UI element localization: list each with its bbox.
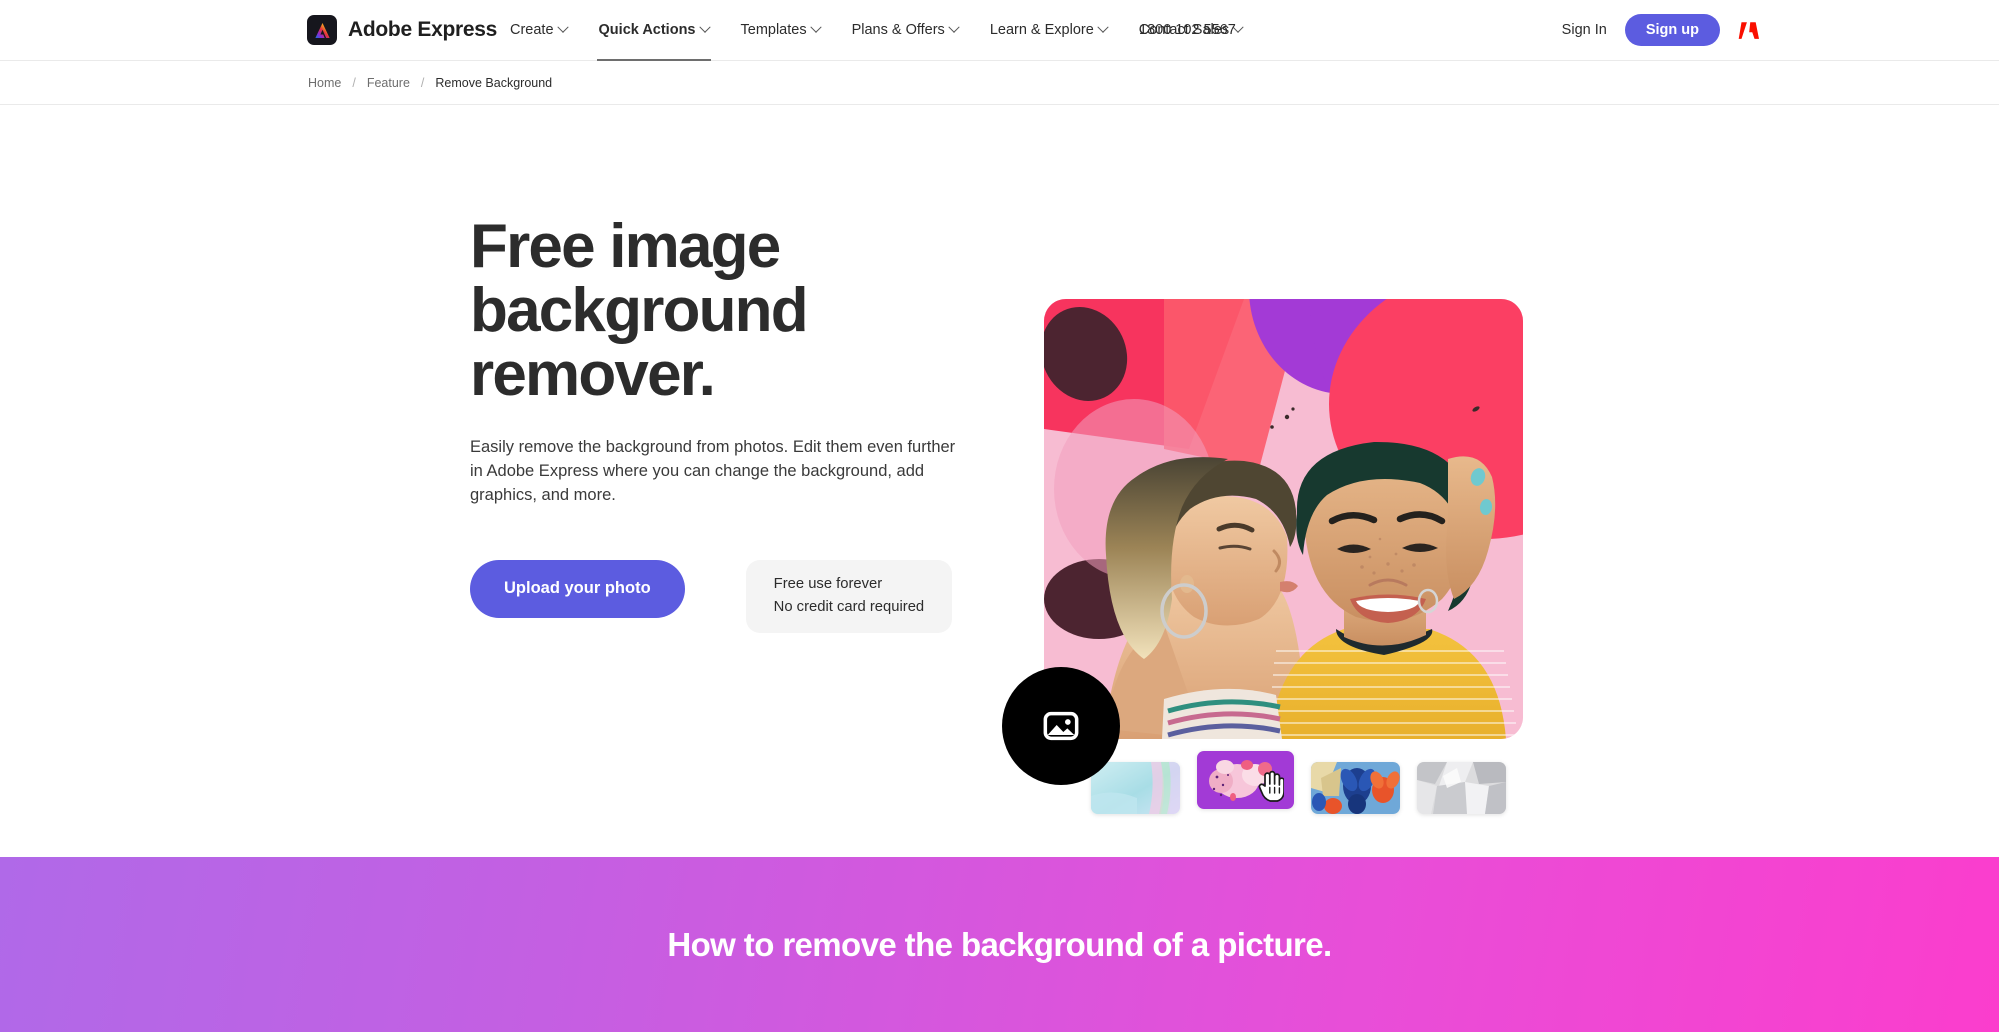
breadcrumb-separator: /	[420, 75, 425, 90]
nav-label: Quick Actions	[598, 22, 696, 38]
chevron-down-icon	[556, 21, 569, 33]
title-line-3: remover.	[470, 339, 716, 409]
hero-subtitle: Easily remove the background from photos…	[470, 437, 956, 505]
breadcrumb-item-home[interactable]: Home	[308, 76, 341, 90]
phone-number-link[interactable]: 1800 102 5567	[1139, 22, 1236, 38]
how-to-banner-title: How to remove the background of a pictur…	[667, 925, 1332, 963]
thumbnail-art	[1197, 751, 1294, 809]
breadcrumb-item-feature[interactable]: Feature	[367, 76, 410, 90]
thumbnail-art	[1417, 762, 1506, 814]
nav-item-plans-offers[interactable]: Plans & Offers	[836, 0, 974, 61]
background-thumbnail-strip	[1091, 751, 1506, 814]
breadcrumb: Home / Feature / Remove Background	[0, 61, 1999, 105]
thumbnail-art	[1091, 762, 1180, 814]
chevron-down-icon	[698, 21, 711, 33]
breadcrumb-separator: /	[352, 75, 356, 90]
chevron-down-icon	[948, 21, 960, 33]
nav-label: Learn & Explore	[989, 22, 1094, 38]
breadcrumb-item-current: Remove Background	[435, 75, 553, 90]
header-actions: Sign In Sign up	[1562, 14, 1759, 46]
nav-item-quick-actions[interactable]: Quick Actions	[583, 0, 725, 61]
free-use-line-1: Free use forever	[773, 575, 883, 592]
nav-label: Create	[510, 22, 554, 38]
site-header: Adobe Express Create Quick Actions Templ…	[0, 0, 1999, 61]
nav-item-learn-explore[interactable]: Learn & Explore	[974, 0, 1123, 61]
how-to-banner: How to remove the background of a pictur…	[0, 857, 1999, 1032]
free-use-line-2: No credit card required	[773, 598, 925, 615]
image-icon-badge[interactable]	[1002, 667, 1120, 785]
iridescent-teal-thumbnail[interactable]	[1091, 762, 1180, 814]
page-title: Free image background remover.	[470, 215, 970, 407]
brand-logo-link[interactable]: Adobe Express	[307, 15, 497, 45]
blue-floral-thumbnail[interactable]	[1311, 762, 1400, 814]
hero-copy: Free image background remover. Easily re…	[470, 215, 970, 633]
chevron-down-icon	[809, 21, 822, 33]
nav-item-templates[interactable]: Templates	[725, 0, 836, 61]
hero-image-container	[1002, 299, 1523, 785]
image-icon	[1043, 711, 1079, 741]
brand-name: Adobe Express	[348, 18, 497, 41]
nav-item-create[interactable]: Create	[494, 0, 583, 61]
upload-photo-button[interactable]: Upload your photo	[470, 559, 685, 618]
sign-in-link[interactable]: Sign In	[1562, 22, 1607, 38]
chevron-down-icon	[1097, 21, 1109, 33]
hero-section: Free image background remover. Easily re…	[0, 105, 1999, 857]
thumbnail-art	[1311, 762, 1400, 814]
nav-label: Templates	[740, 22, 807, 38]
hero-actions: Upload your photo Free use forever No cr…	[470, 559, 970, 633]
sign-up-button[interactable]: Sign up	[1624, 14, 1720, 46]
adobe-logo-icon[interactable]	[1738, 20, 1759, 41]
hero-photo	[1044, 299, 1523, 739]
adobe-express-logo-icon	[307, 15, 337, 45]
title-line-1: Free image	[470, 212, 781, 281]
nav-label: Plans & Offers	[851, 22, 945, 38]
silver-crystal-thumbnail[interactable]	[1417, 762, 1506, 814]
free-use-card: Free use forever No credit card required	[745, 559, 953, 633]
purple-blob-thumbnail[interactable]	[1197, 751, 1294, 809]
title-line-2: background	[470, 275, 809, 345]
hero-photo-artwork	[1044, 299, 1523, 739]
